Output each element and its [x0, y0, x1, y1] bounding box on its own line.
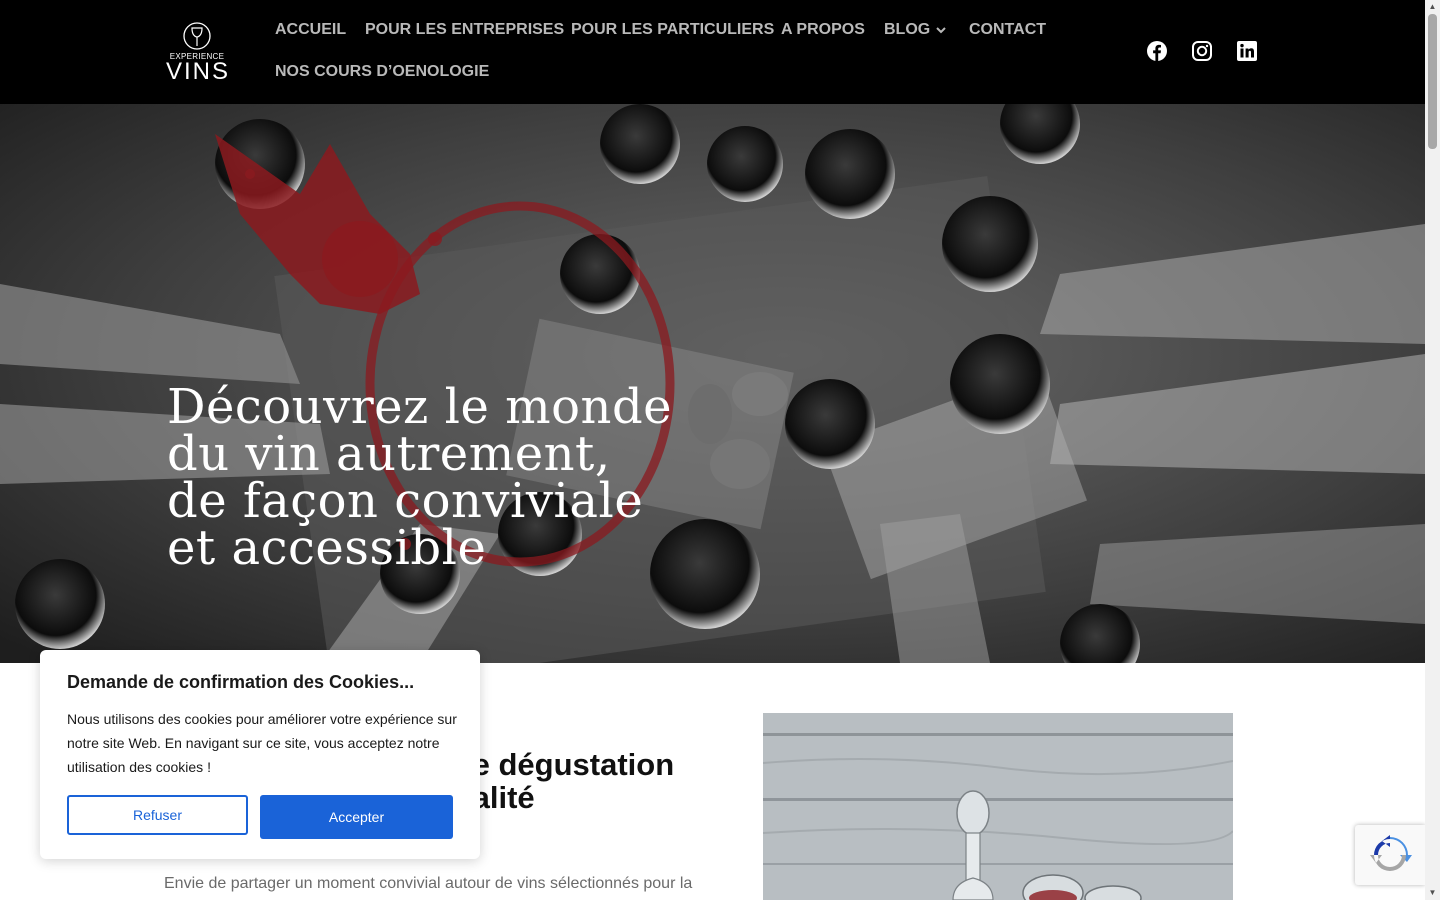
recaptcha-badge[interactable]	[1355, 825, 1425, 885]
cookie-title: Demande de confirmation des Cookies...	[67, 672, 415, 692]
page-scrollbar[interactable]: ▲ ▼	[1425, 0, 1440, 900]
decanter-image	[763, 713, 1233, 900]
hero-title-line-1: Découvrez le monde	[167, 379, 673, 435]
nav-pour-les-entreprises[interactable]: POUR LES ENTREPRISES	[365, 18, 564, 42]
instagram-icon[interactable]	[1191, 40, 1213, 62]
site-header: EXPERIENCE VINS ACCUEIL POUR LES ENTREPR…	[0, 0, 1425, 104]
linkedin-icon[interactable]	[1236, 40, 1258, 62]
hero-title-line-4: et accessible	[167, 520, 487, 576]
hero-title-line-3: de façon conviviale	[167, 473, 644, 529]
cookie-consent-dialog: Demande de confirmation des Cookies... N…	[40, 650, 480, 859]
nav-contact[interactable]: CONTACT	[969, 18, 1046, 42]
section-paragraph: Envie de partager un moment convivial au…	[164, 875, 693, 892]
hero-title-line-2: du vin autrement,	[167, 426, 611, 482]
logo-big-text: VINS	[166, 58, 231, 85]
scrollbar-thumb[interactable]	[1428, 14, 1437, 149]
site-logo[interactable]: EXPERIENCE VINS	[166, 22, 228, 85]
decanter-photo	[763, 713, 1233, 900]
hero-banner: Découvrez le monde du vin autrement, de …	[0, 104, 1425, 663]
cookie-refuse-button[interactable]: Refuser	[67, 795, 248, 835]
scroll-down-icon[interactable]: ▼	[1428, 888, 1437, 897]
nav-nos-cours-doenologie[interactable]: NOS COURS D’OENOLOGIE	[275, 60, 489, 84]
recaptcha-icon	[1370, 835, 1412, 871]
scroll-up-icon[interactable]: ▲	[1428, 2, 1437, 11]
nav-pour-les-particuliers[interactable]: POUR LES PARTICULIERS	[571, 18, 774, 42]
nav-blog-label: BLOG	[884, 21, 931, 38]
nav-accueil[interactable]: ACCUEIL	[275, 18, 346, 42]
hero-title: Découvrez le monde du vin autrement, de …	[167, 379, 727, 576]
nav-blog[interactable]: BLOG	[884, 18, 946, 42]
cookie-accept-button[interactable]: Accepter	[260, 795, 453, 839]
wine-glass-logo-icon	[183, 22, 211, 50]
facebook-icon[interactable]	[1146, 40, 1168, 62]
cookie-text: Nous utilisons des cookies pour améliore…	[67, 711, 457, 775]
nav-a-propos[interactable]: A PROPOS	[781, 18, 865, 42]
chevron-down-icon	[936, 27, 946, 34]
